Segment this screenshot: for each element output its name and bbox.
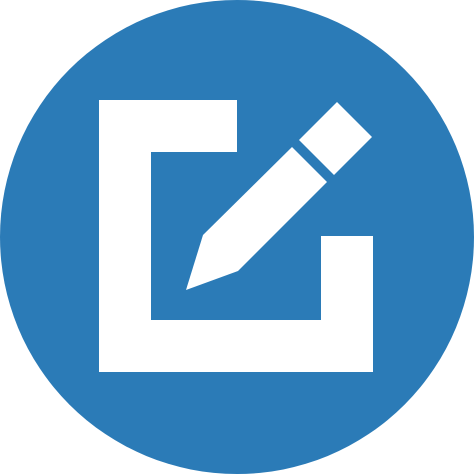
- canvas: [0, 0, 474, 474]
- edit-icon-svg: [0, 0, 474, 474]
- edit-icon[interactable]: [0, 0, 474, 474]
